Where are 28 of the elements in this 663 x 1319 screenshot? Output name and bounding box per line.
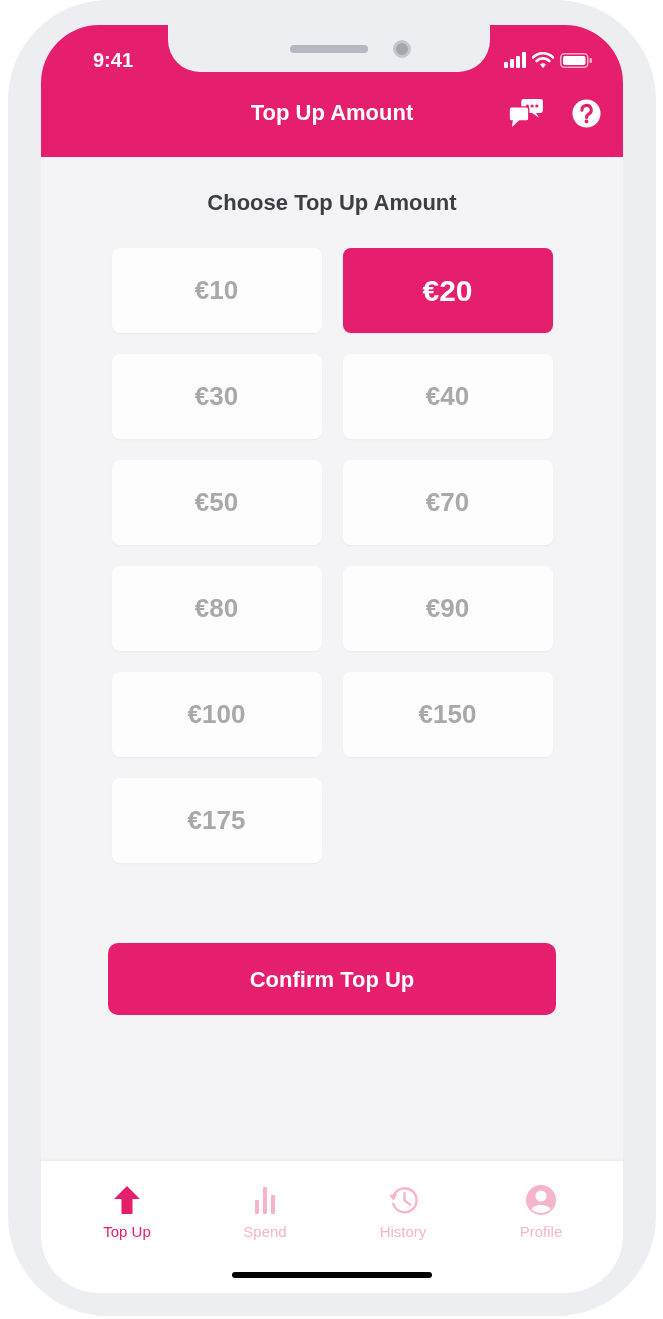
arrow-up-icon [112, 1185, 142, 1215]
amount-option[interactable]: €10 [111, 248, 322, 333]
battery-icon [560, 52, 592, 68]
status-time: 9:41 [93, 49, 134, 71]
amount-option[interactable]: €150 [342, 672, 553, 757]
amount-option[interactable]: €90 [342, 566, 553, 651]
nav-tab[interactable]: Spend [196, 1185, 334, 1241]
header-title: Top Up Amount [250, 99, 414, 127]
confirm-button[interactable]: Confirm Top Up [108, 943, 556, 1015]
section-heading: Choose Top Up Amount [206, 189, 458, 217]
nav-tab[interactable]: Profile [472, 1185, 610, 1241]
nav-tab[interactable]: Top Up [58, 1185, 196, 1241]
profile-icon [526, 1185, 556, 1215]
help-icon[interactable] [572, 98, 601, 128]
amount-option[interactable]: €50 [111, 460, 322, 545]
chat-icon[interactable] [508, 98, 544, 128]
amount-option[interactable]: €70 [342, 460, 553, 545]
signal-icon [504, 52, 526, 68]
amount-option[interactable]: €175 [111, 778, 322, 863]
nav-tab[interactable]: History [334, 1185, 472, 1241]
amount-option[interactable]: €40 [342, 354, 553, 439]
amount-option[interactable]: €100 [111, 672, 322, 757]
history-icon [388, 1185, 418, 1215]
amount-option[interactable]: €30 [111, 354, 322, 439]
wifi-icon [532, 52, 554, 68]
amount-option[interactable]: €20 [342, 248, 553, 333]
amount-option[interactable]: €80 [111, 566, 322, 651]
camera-lens [393, 39, 411, 58]
